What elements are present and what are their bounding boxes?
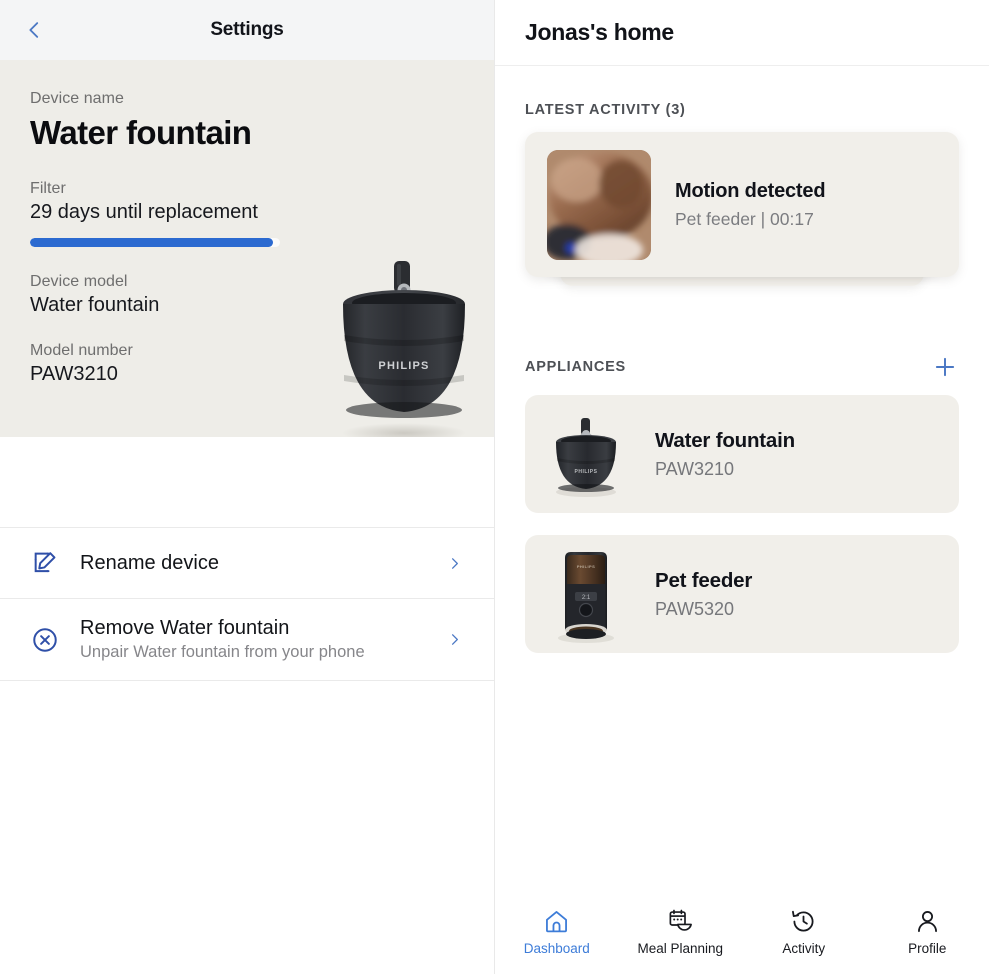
water-fountain-product-image: PHILIPS (342, 261, 466, 437)
filter-progress-bar (30, 238, 280, 247)
rename-device-label: Rename device (80, 551, 219, 574)
filter-label: Filter (30, 180, 66, 197)
appliances-title: APPLIANCES (525, 359, 626, 375)
activity-title: Motion detected (675, 179, 826, 202)
home-icon (546, 910, 568, 932)
remove-circle-x-icon (28, 623, 62, 657)
settings-header: Settings (0, 0, 494, 60)
home-title: Jonas's home (525, 19, 674, 45)
device-name-label: Device name (30, 90, 124, 107)
appliance-card-water-fountain[interactable]: PHILIPS Water fountain PAW3210 (525, 395, 959, 513)
plus-icon (935, 357, 955, 377)
page-title: Settings (210, 19, 284, 40)
filter-progress-fill (30, 238, 273, 247)
appliances-section-header: APPLIANCES (525, 353, 959, 381)
nav-item-profile[interactable]: Profile (866, 908, 989, 956)
activity-text: Motion detected Pet feeder | 00:17 (675, 179, 826, 230)
edit-pencil-square-icon (28, 546, 62, 580)
rename-device-row[interactable]: Rename device (0, 527, 494, 599)
appliance-text: Water fountain PAW3210 (655, 429, 795, 480)
latest-activity-title: LATEST ACTIVITY (3) (525, 102, 686, 118)
nav-label-dashboard: Dashboard (523, 940, 590, 956)
dashboard-panel: Jonas's home LATEST ACTIVITY (3) Motion … (495, 0, 989, 974)
filter-value: 29 days until replacement (30, 201, 258, 223)
activity-card-stack: Motion detected Pet feeder | 00:17 (525, 132, 959, 317)
settings-actions-list: Rename device Remove Water fountain Unpa… (0, 527, 494, 681)
remove-device-text: Remove Water fountain Unpair Water fount… (80, 617, 444, 662)
pet-snapshot-image (547, 149, 651, 260)
latest-activity-section-header: LATEST ACTIVITY (3) (525, 102, 959, 118)
dashboard-body: LATEST ACTIVITY (3) Motion detected Pet … (495, 66, 989, 895)
nav-label-meal-planning: Meal Planning (637, 940, 724, 956)
filter-block: Filter 29 days until replacement (30, 180, 464, 247)
person-icon (917, 910, 937, 932)
remove-device-label: Remove Water fountain (80, 617, 290, 639)
activity-subtitle: Pet feeder | 00:17 (675, 208, 814, 229)
product-brand-label: PHILIPS (378, 360, 429, 372)
back-button[interactable] (16, 12, 52, 48)
chevron-right-icon (444, 556, 464, 571)
svg-text:PHILIPS: PHILIPS (577, 564, 595, 569)
appliance-name: Pet feeder (655, 568, 753, 592)
nav-item-dashboard[interactable]: Dashboard (495, 908, 619, 956)
device-name-value: Water fountain (30, 114, 252, 151)
rename-device-text: Rename device (80, 552, 444, 575)
clock-history-icon (792, 910, 814, 932)
appliance-name: Water fountain (655, 428, 795, 452)
svg-text:PHILIPS: PHILIPS (575, 469, 598, 475)
bottom-navigation-bar: Dashboard Meal Planning Activity Profile (495, 895, 989, 974)
settings-panel: Settings Device name Water fountain Filt… (0, 0, 495, 974)
water-fountain-thumbnail: PHILIPS (543, 404, 629, 504)
remove-device-row[interactable]: Remove Water fountain Unpair Water fount… (0, 599, 494, 681)
remove-device-sublabel: Unpair Water fountain from your phone (80, 643, 365, 661)
pet-feeder-icon-image: PHILIPS 2:1 (558, 552, 614, 643)
activity-card[interactable]: Motion detected Pet feeder | 00:17 (525, 132, 959, 277)
appliance-text: Pet feeder PAW5320 (655, 569, 752, 620)
water-fountain-icon-image: PHILIPS (556, 418, 616, 497)
nav-item-meal-planning[interactable]: Meal Planning (619, 908, 743, 956)
activity-thumbnail (547, 149, 651, 260)
dashboard-header: Jonas's home (495, 0, 989, 66)
chevron-left-icon (29, 22, 39, 38)
meal-plan-icon (669, 909, 692, 931)
device-info-panel: Device name Water fountain Filter 29 day… (0, 60, 494, 437)
chevron-right-icon (444, 632, 464, 647)
nav-label-profile: Profile (908, 940, 947, 956)
appliance-card-pet-feeder[interactable]: PHILIPS 2:1 Pet feeder PAW5320 (525, 535, 959, 653)
nav-label-activity: Activity (782, 940, 826, 956)
appliance-model: PAW3210 (655, 458, 735, 479)
appliance-model: PAW5320 (655, 598, 735, 619)
nav-item-activity[interactable]: Activity (742, 908, 866, 956)
add-appliance-button[interactable] (931, 353, 959, 381)
svg-text:2:1: 2:1 (582, 595, 591, 601)
pet-feeder-thumbnail: PHILIPS 2:1 (543, 544, 629, 644)
